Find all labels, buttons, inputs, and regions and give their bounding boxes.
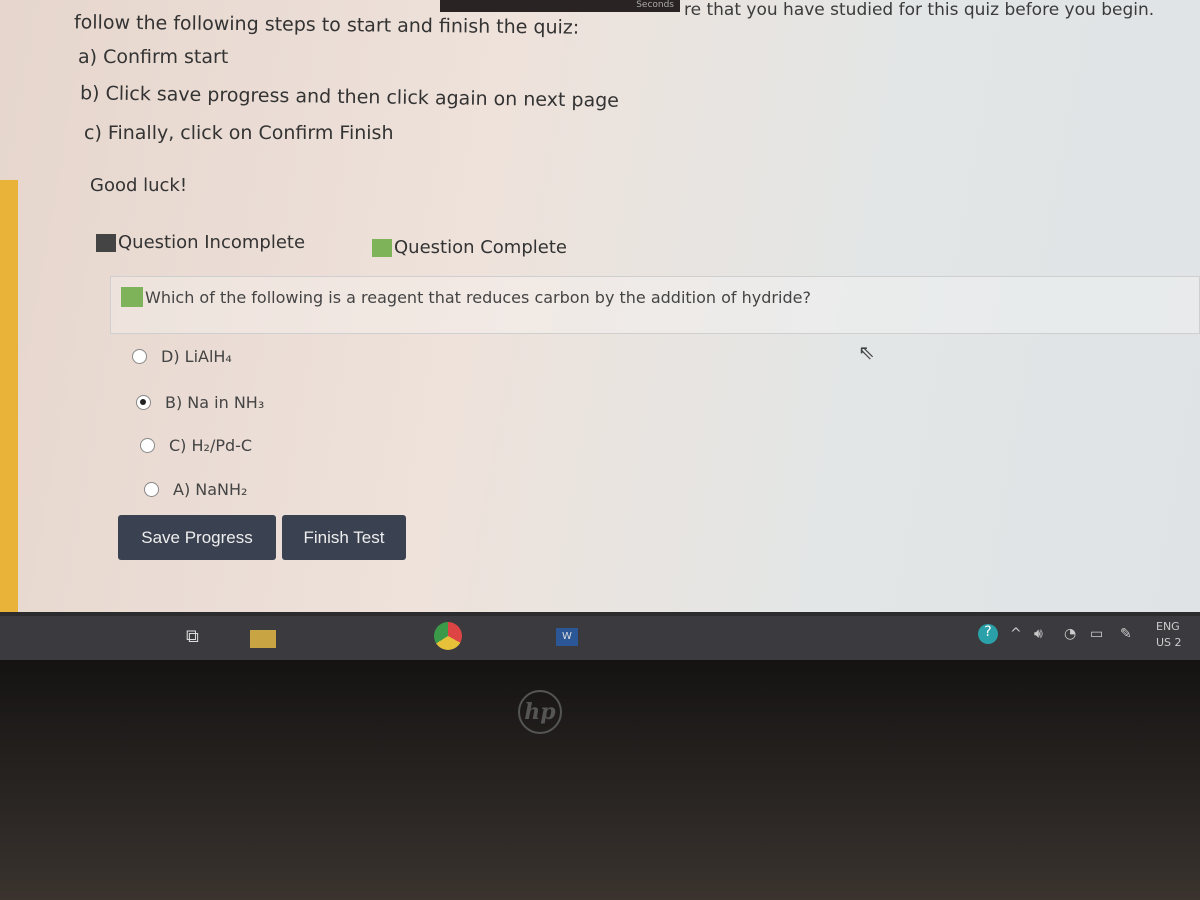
hp-logo: hp	[518, 690, 562, 734]
battery-icon[interactable]: ▭	[1090, 626, 1103, 642]
step-c: c) Finally, click on Confirm Finish	[84, 122, 394, 144]
sidebar-accent	[0, 180, 18, 612]
step-a: a) Confirm start	[78, 46, 229, 68]
step-b: b) Click save progress and then click ag…	[79, 82, 620, 112]
option-c[interactable]: C) H₂/Pd-C	[140, 436, 252, 455]
timer: Seconds	[440, 0, 680, 12]
clock[interactable]: 2	[1175, 636, 1182, 649]
incomplete-swatch	[96, 233, 116, 252]
chrome-icon[interactable]	[434, 622, 462, 650]
question-label: Which of the following is a reagent that…	[145, 287, 811, 307]
legend-complete: Question Complete	[372, 237, 567, 258]
pen-icon[interactable]: ✎	[1120, 626, 1132, 642]
complete-swatch	[372, 238, 392, 257]
good-luck: Good luck!	[90, 175, 188, 196]
word-icon[interactable]: W	[556, 628, 578, 646]
task-view-icon[interactable]: ⧉	[186, 626, 199, 647]
question-box: Which of the following is a reagent that…	[110, 276, 1200, 334]
finish-test-button[interactable]: Finish Test	[282, 515, 406, 560]
radio-c[interactable]	[140, 438, 155, 453]
legend-label: Question Complete	[394, 237, 567, 258]
mouse-cursor-icon: ⇖	[858, 340, 875, 364]
chevron-up-icon[interactable]: ^	[1010, 626, 1022, 642]
legend-label: Question Incomplete	[118, 232, 306, 253]
radio-d[interactable]	[132, 349, 147, 364]
volume-icon[interactable]: 🔊︎	[1034, 626, 1043, 642]
question-text: Which of the following is a reagent that…	[121, 287, 811, 307]
wifi-icon[interactable]: ◔	[1064, 626, 1076, 642]
laptop-bezel	[0, 660, 1200, 900]
legend-incomplete: Question Incomplete	[96, 232, 305, 253]
save-progress-button[interactable]: Save Progress	[118, 515, 276, 560]
radio-a[interactable]	[144, 482, 159, 497]
help-icon[interactable]: ?	[978, 624, 998, 644]
option-b[interactable]: B) Na in NH₃	[136, 393, 264, 412]
taskbar: ⧉ W ? ^ 🔊︎ ◔ ▭ ✎ ENG US 2	[0, 612, 1200, 660]
option-label: A) NaNH₂	[173, 480, 248, 499]
lang-label: ENG	[1156, 620, 1180, 633]
region-label: US	[1156, 636, 1172, 649]
radio-b[interactable]	[136, 395, 151, 410]
option-d[interactable]: D) LiAlH₄	[132, 347, 232, 366]
option-label: C) H₂/Pd-C	[169, 436, 253, 455]
language-indicator[interactable]: ENG US 2	[1156, 619, 1182, 651]
instructions-intro: follow the following steps to start and …	[73, 11, 580, 39]
option-a[interactable]: A) NaNH₂	[144, 480, 247, 499]
option-label: B) Na in NH₃	[165, 393, 265, 412]
question-status-swatch	[121, 287, 143, 307]
file-explorer-icon[interactable]	[250, 630, 276, 648]
browser-page: Seconds re that you have studied for thi…	[0, 0, 1200, 612]
top-note: re that you have studied for this quiz b…	[684, 0, 1155, 20]
option-label: D) LiAlH₄	[161, 347, 232, 366]
